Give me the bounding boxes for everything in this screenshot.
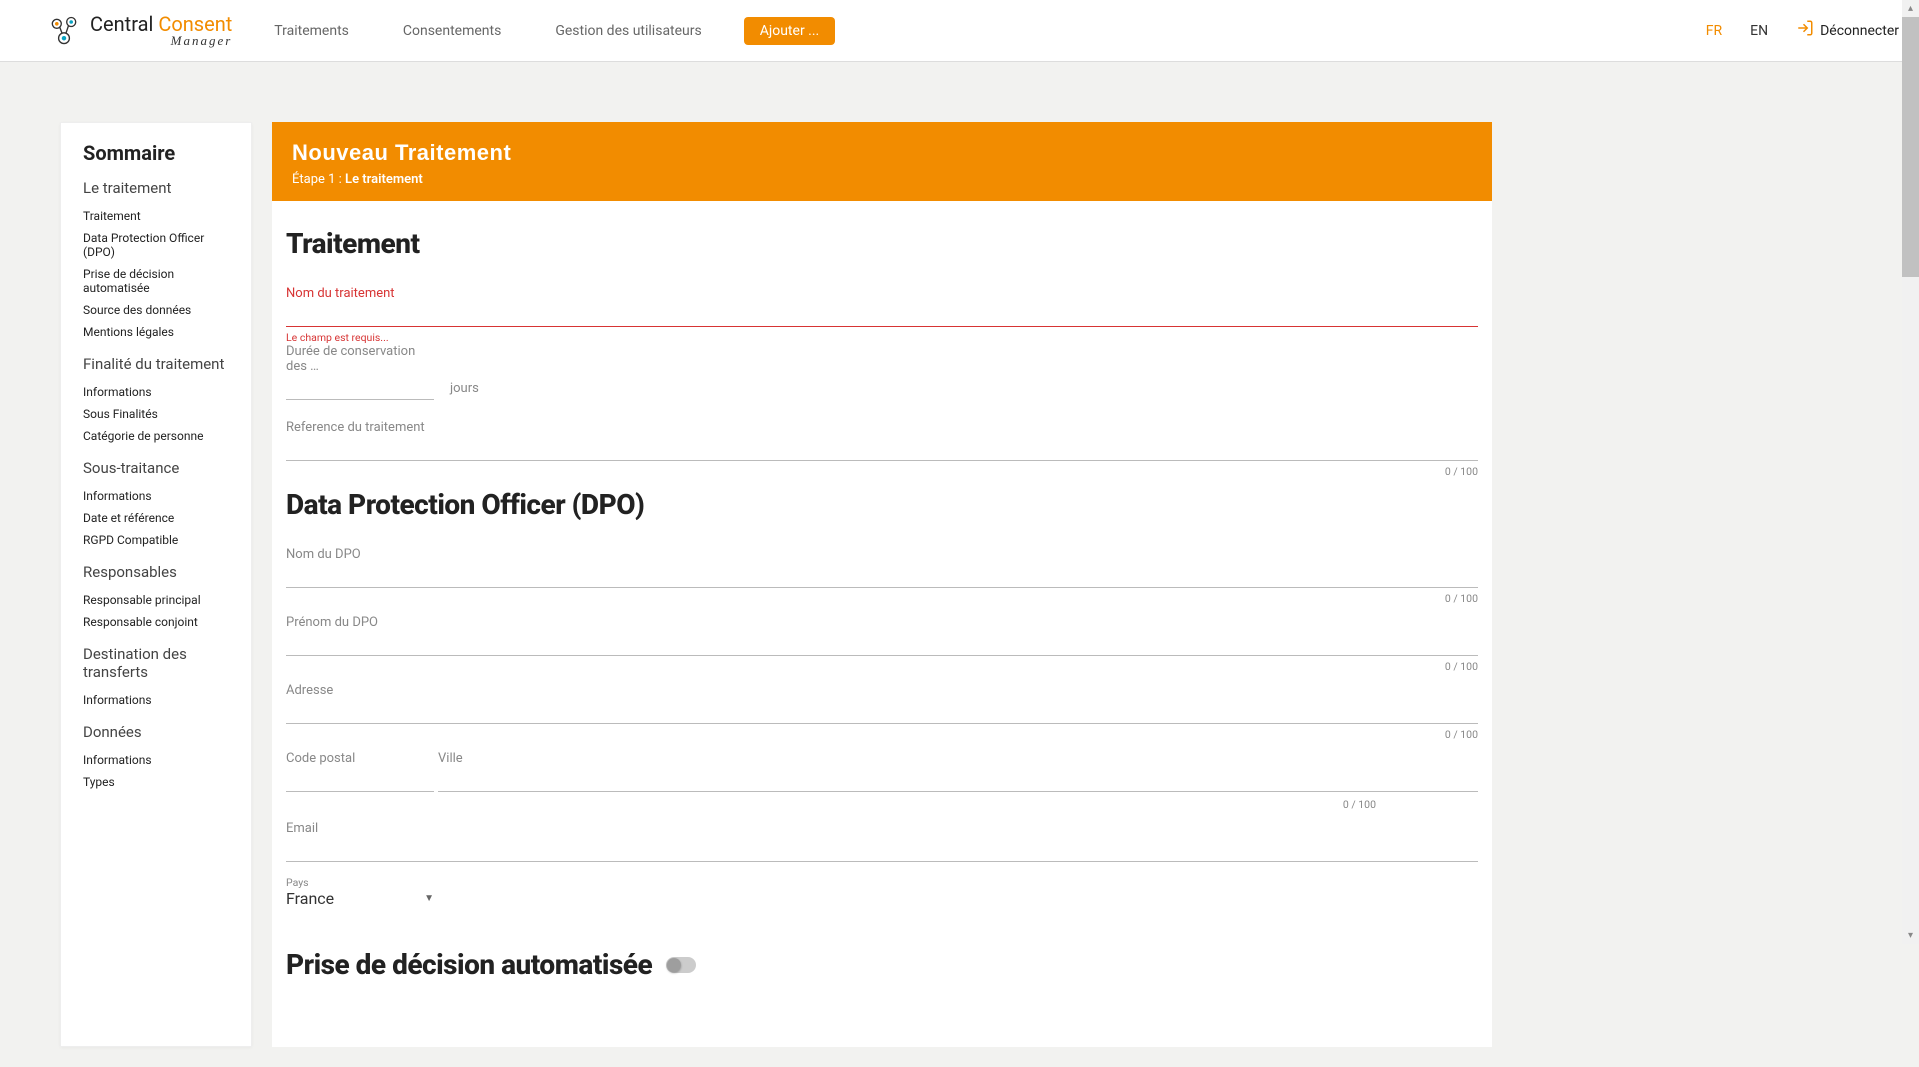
nav-traitements[interactable]: Traitements — [262, 15, 361, 47]
sidebar-link-responsable-conjoint[interactable]: Responsable conjoint — [83, 611, 233, 633]
sidebar-link-sous-finalites[interactable]: Sous Finalités — [83, 403, 233, 425]
sidebar-link-prise-decision[interactable]: Prise de décision automatisée — [83, 263, 233, 299]
sidebar-link-mentions-legales[interactable]: Mentions légales — [83, 321, 233, 343]
banner-title: Nouveau Traitement — [292, 140, 1472, 166]
nav-consentements[interactable]: Consentements — [391, 15, 513, 47]
nav-ajouter[interactable]: Ajouter ... — [744, 17, 835, 45]
label-reference: Reference du traitement — [286, 420, 1478, 435]
select-pays-value: France — [286, 889, 334, 908]
sidebar-link-finalite-informations[interactable]: Informations — [83, 381, 233, 403]
input-dpo-nom[interactable] — [286, 562, 1478, 588]
label-dpo-adresse: Adresse — [286, 683, 1478, 698]
sidebar-link-categorie-personne[interactable]: Catégorie de personne — [83, 425, 233, 447]
sidebar-link-source-donnees[interactable]: Source des données — [83, 299, 233, 321]
sidebar-section-head[interactable]: Responsables — [83, 563, 233, 581]
page-banner: Nouveau Traitement Étape 1 : Le traiteme… — [272, 122, 1492, 201]
scrollbar-thumb[interactable] — [1902, 17, 1919, 277]
input-dpo-cp[interactable] — [286, 766, 434, 792]
nav-gestion-utilisateurs[interactable]: Gestion des utilisateurs — [543, 15, 713, 47]
scrollbar[interactable]: ▴ ▾ — [1902, 0, 1919, 944]
input-nom-traitement[interactable] — [286, 301, 1478, 327]
main-nav: Traitements Consentements Gestion des ut… — [262, 15, 835, 47]
label-dpo-email: Email — [286, 821, 1478, 836]
field-dpo-ville: Ville — [438, 751, 1478, 792]
field-duree: Durée de conservation des … — [286, 344, 434, 400]
counter-reference: 0 / 100 — [286, 465, 1478, 478]
sidebar-link-date-reference[interactable]: Date et référence — [83, 507, 233, 529]
field-reference: Reference du traitement — [286, 420, 1478, 461]
sidebar-link-dpo[interactable]: Data Protection Officer (DPO) — [83, 227, 233, 263]
main-content: Nouveau Traitement Étape 1 : Le traiteme… — [272, 122, 1492, 1047]
counter-dpo-nom: 0 / 100 — [286, 592, 1478, 605]
input-duree[interactable] — [286, 374, 434, 400]
label-dpo-nom: Nom du DPO — [286, 547, 1478, 562]
sidebar-section-head[interactable]: Données — [83, 723, 233, 741]
lang-en[interactable]: EN — [1750, 23, 1768, 39]
input-dpo-prenom[interactable] — [286, 630, 1478, 656]
sidebar-link-donnees-types[interactable]: Types — [83, 771, 233, 793]
toggle-prise-decision[interactable] — [666, 957, 696, 973]
counter-dpo-ville: 0 / 100 — [286, 798, 1376, 811]
field-dpo-prenom: Prénom du DPO — [286, 615, 1478, 656]
label-dpo-prenom: Prénom du DPO — [286, 615, 1478, 630]
sidebar-title: Sommaire — [83, 141, 233, 165]
label-duree: Durée de conservation des … — [286, 344, 434, 374]
scroll-up-icon[interactable]: ▴ — [1902, 0, 1919, 17]
scroll-down-icon[interactable]: ▾ — [1902, 927, 1919, 944]
input-reference[interactable] — [286, 435, 1478, 461]
logo-icon — [46, 13, 82, 49]
section-title-prise-label: Prise de décision automatisée — [286, 948, 652, 981]
unit-jours: jours — [450, 381, 479, 402]
chevron-down-icon: ▼ — [424, 893, 434, 904]
app-header: Central Consent Manager Traitements Cons… — [0, 0, 1919, 62]
field-dpo-cp: Code postal — [286, 751, 434, 792]
sidebar-link-traitement[interactable]: Traitement — [83, 205, 233, 227]
brand-logo: Central Consent Manager — [46, 13, 232, 49]
sidebar-section-head[interactable]: Le traitement — [83, 179, 233, 197]
input-dpo-ville[interactable] — [438, 766, 1478, 792]
label-dpo-ville: Ville — [438, 751, 1478, 766]
sidebar-link-donnees-informations[interactable]: Informations — [83, 749, 233, 771]
error-nom-traitement: Le champ est requis... — [286, 331, 1478, 344]
sidebar-section-head[interactable]: Destination des transferts — [83, 645, 233, 681]
field-dpo-email: Email — [286, 821, 1478, 862]
counter-dpo-adresse: 0 / 100 — [286, 728, 1478, 741]
logout-button[interactable]: Déconnecter — [1796, 19, 1899, 42]
sidebar-link-rgpd-compatible[interactable]: RGPD Compatible — [83, 529, 233, 551]
section-title-dpo: Data Protection Officer (DPO) — [286, 488, 1478, 521]
banner-step: Étape 1 : Le traitement — [292, 172, 1472, 187]
input-dpo-email[interactable] — [286, 836, 1478, 862]
sidebar-section-head[interactable]: Finalité du traitement — [83, 355, 233, 373]
sidebar-section-head[interactable]: Sous-traitance — [83, 459, 233, 477]
label-pays: Pays — [286, 876, 434, 889]
section-title-traitement: Traitement — [286, 227, 1478, 260]
label-dpo-cp: Code postal — [286, 751, 434, 766]
field-nom-traitement: Nom du traitement — [286, 286, 1478, 327]
lang-fr[interactable]: FR — [1706, 23, 1722, 39]
sidebar-link-soustraitance-informations[interactable]: Informations — [83, 485, 233, 507]
logout-label: Déconnecter — [1820, 23, 1899, 39]
field-dpo-adresse: Adresse — [286, 683, 1478, 724]
field-dpo-nom: Nom du DPO — [286, 547, 1478, 588]
sidebar-summary: Sommaire Le traitement Traitement Data P… — [60, 122, 252, 1047]
header-right: FR EN Déconnecter — [1706, 19, 1899, 42]
sidebar-link-responsable-principal[interactable]: Responsable principal — [83, 589, 233, 611]
select-pays[interactable]: France ▼ — [286, 889, 434, 908]
counter-dpo-prenom: 0 / 100 — [286, 660, 1478, 673]
input-dpo-adresse[interactable] — [286, 698, 1478, 724]
field-pays: Pays France ▼ — [286, 876, 434, 908]
logout-icon — [1796, 19, 1814, 42]
sidebar-link-destination-informations[interactable]: Informations — [83, 689, 233, 711]
section-title-prise: Prise de décision automatisée — [286, 948, 1478, 981]
label-nom-traitement: Nom du traitement — [286, 286, 1478, 301]
